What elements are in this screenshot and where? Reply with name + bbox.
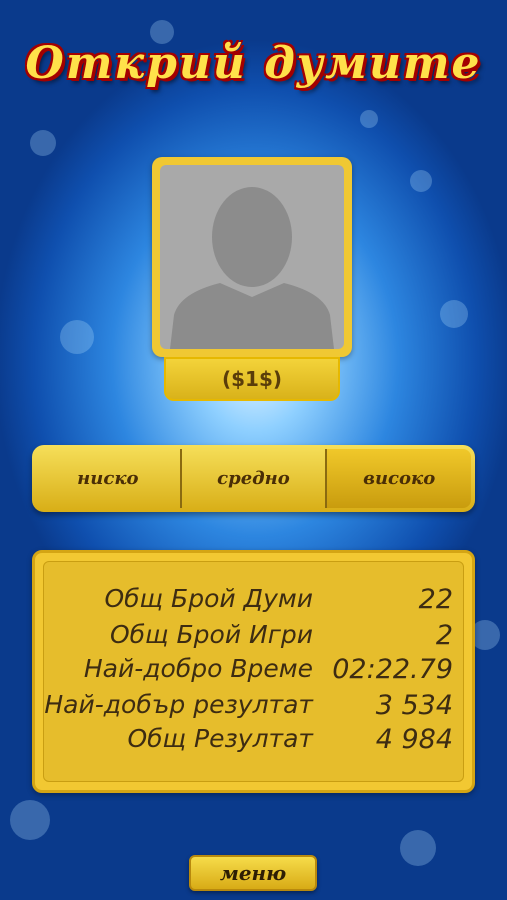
bokeh-decoration xyxy=(400,830,436,866)
price-label: ($1$) xyxy=(164,357,340,401)
bokeh-decoration xyxy=(10,800,50,840)
bokeh-decoration xyxy=(30,130,56,156)
stat-value: 02:22.79 xyxy=(332,654,453,685)
stat-value: 3 534 xyxy=(375,690,453,721)
avatar[interactable] xyxy=(152,157,352,357)
stat-label: Най-добър резултат xyxy=(44,690,313,719)
stat-row-total-words: Общ Брой Думи 22 xyxy=(44,584,463,616)
stat-row-best-time: Най-добро Време 02:22.79 xyxy=(44,654,463,686)
difficulty-low-button[interactable]: ниско xyxy=(36,449,182,508)
stat-label: Общ Брой Игри xyxy=(109,620,313,649)
stat-label: Общ Резултат xyxy=(127,724,313,753)
stat-value: 4 984 xyxy=(375,724,453,755)
bokeh-decoration xyxy=(360,110,378,128)
stat-row-best-score: Най-добър резултат 3 534 xyxy=(44,690,463,722)
stat-value: 22 xyxy=(418,584,453,615)
stats-list: Общ Брой Думи 22 Общ Брой Игри 2 Най-доб… xyxy=(43,561,464,782)
bokeh-decoration xyxy=(60,320,94,354)
stat-row-total-score: Общ Резултат 4 984 xyxy=(44,724,463,756)
bokeh-decoration xyxy=(440,300,468,328)
menu-button[interactable]: меню xyxy=(189,855,317,891)
difficulty-high-button[interactable]: високо xyxy=(327,449,472,508)
avatar-placeholder-icon xyxy=(160,165,344,349)
bokeh-decoration xyxy=(410,170,432,192)
stat-value: 2 xyxy=(435,620,453,651)
stat-row-total-games: Общ Брой Игри 2 xyxy=(44,620,463,652)
difficulty-selector: ниско средно високо xyxy=(32,445,475,512)
stats-panel: Общ Брой Думи 22 Общ Брой Игри 2 Най-доб… xyxy=(32,550,475,793)
difficulty-medium-button[interactable]: средно xyxy=(182,449,328,508)
stat-label: Общ Брой Думи xyxy=(104,584,313,613)
page-title: Открий думите xyxy=(25,38,482,89)
stat-label: Най-добро Време xyxy=(83,654,313,683)
